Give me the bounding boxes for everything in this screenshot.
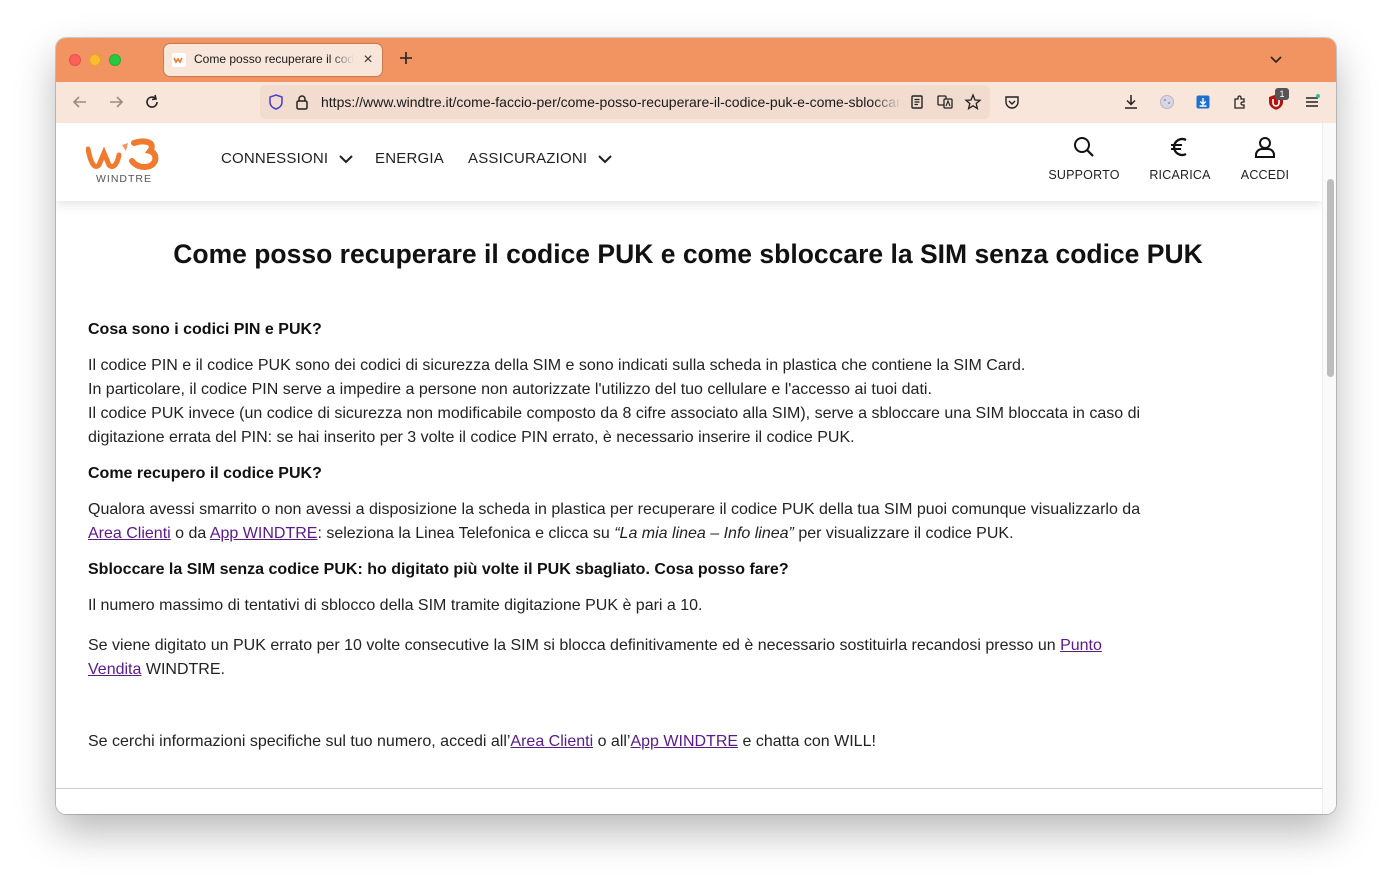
tab-bar: Come posso recuperare il codice PUK e co… <box>56 38 1336 82</box>
paragraph-line: Il codice PIN e il codice PUK sono dei c… <box>88 357 1026 374</box>
paragraph-line: Il codice PUK invece (un codice di sicur… <box>88 405 1141 422</box>
paragraph-line: Il numero massimo di tentativi di sblocc… <box>88 597 703 614</box>
nav-connessioni[interactable]: CONNESSIONI <box>221 150 353 170</box>
search-icon <box>1074 137 1094 157</box>
app-windtre-link[interactable]: App WINDTRE <box>210 525 318 542</box>
paragraph-line: Qualora avessi smarrito o non avessi a d… <box>88 501 1141 518</box>
tab-title: Come posso recuperare il codice PUK e co… <box>194 52 354 66</box>
text-span: Se viene digitato un PUK errato per 10 v… <box>88 637 1061 654</box>
euro-icon <box>1171 137 1187 157</box>
info-linea-text: “La mia linea – Info linea” <box>614 525 794 542</box>
text-span: : seleziona la Linea Telefonica e clicca… <box>317 525 615 542</box>
page-title: Come posso recuperare il codice PUK e co… <box>173 239 1203 269</box>
scrollbar-thumb[interactable] <box>1327 179 1334 377</box>
url-text[interactable]: https://www.windtre.it/come-faccio-per/c… <box>321 94 901 112</box>
paragraph-line: digitazione errata del PIN: se hai inser… <box>88 429 855 446</box>
paragraph-line: Vendita WINDTRE. <box>88 658 225 682</box>
text-span: Se cerchi informazioni specifiche sul tu… <box>88 733 511 750</box>
app-windtre-link[interactable]: App WINDTRE <box>630 733 738 750</box>
extension-download-blue-icon[interactable] <box>1194 93 1212 111</box>
reload-icon[interactable] <box>143 93 161 111</box>
punto-vendita-link[interactable]: Punto <box>1060 637 1102 654</box>
accedi-button[interactable]: ACCEDI <box>1236 135 1294 185</box>
new-tab-icon[interactable] <box>398 50 414 66</box>
reader-view-icon[interactable] <box>908 93 926 111</box>
text-span: per visualizzare il codice PUK. <box>793 525 1014 542</box>
ricarica-button[interactable]: RICARICA <box>1144 135 1216 185</box>
nav-assicurazioni-label: ASSICURAZIONI <box>468 150 588 167</box>
heading-sblocco-sim: Sbloccare la SIM senza codice PUK: ho di… <box>88 561 789 578</box>
web-page: WINDTRE CONNESSIONI ENERGIA ASSICURAZION… <box>56 123 1322 814</box>
zoom-window-button[interactable] <box>109 54 121 66</box>
paragraph-line: Area Clienti o da App WINDTRE: seleziona… <box>88 522 1014 546</box>
extensions-puzzle-icon[interactable] <box>1231 93 1249 111</box>
heading-pin-puk: Cosa sono i codici PIN e PUK? <box>88 321 322 338</box>
extension-cookie-icon[interactable] <box>1158 93 1176 111</box>
translate-icon[interactable] <box>936 93 954 111</box>
minimize-window-button[interactable] <box>89 54 101 66</box>
pocket-icon[interactable] <box>1003 93 1021 111</box>
text-span: WINDTRE. <box>141 661 225 678</box>
footer-divider <box>56 788 1322 789</box>
browser-window: Come posso recuperare il codice PUK e co… <box>56 38 1336 814</box>
app-menu-hamburger-icon[interactable] <box>1303 93 1321 111</box>
user-icon <box>1255 137 1275 158</box>
chevron-down-icon <box>338 155 353 164</box>
downloads-icon[interactable] <box>1122 93 1140 111</box>
lock-icon[interactable] <box>293 93 311 111</box>
text-span: e chatta con WILL! <box>738 733 876 750</box>
supporto-label: SUPPORTO <box>1048 168 1120 182</box>
heading-recupero-puk: Come recupero il codice PUK? <box>88 465 322 482</box>
text-span: o all’ <box>593 733 631 750</box>
tracking-protection-shield-icon[interactable] <box>267 93 285 111</box>
page-scrollbar[interactable] <box>1322 123 1336 814</box>
back-arrow-icon[interactable] <box>71 93 89 111</box>
nav-connessioni-label: CONNESSIONI <box>221 150 329 167</box>
close-tab-icon[interactable]: × <box>360 52 376 68</box>
navigation-toolbar: https://www.windtre.it/come-faccio-per/c… <box>56 82 1336 124</box>
tab-list-chevron-icon[interactable] <box>1268 52 1284 68</box>
paragraph-line: Se viene digitato un PUK errato per 10 v… <box>88 634 1102 658</box>
close-window-button[interactable] <box>69 54 81 66</box>
site-header: WINDTRE CONNESSIONI ENERGIA ASSICURAZION… <box>56 123 1322 201</box>
area-clienti-link[interactable]: Area Clienti <box>510 733 593 750</box>
bookmark-star-icon[interactable] <box>964 93 982 111</box>
windtre-favicon-icon <box>172 53 186 67</box>
active-tab[interactable]: Come posso recuperare il codice PUK e co… <box>164 44 382 76</box>
punto-vendita-link[interactable]: Vendita <box>88 661 141 678</box>
logo-text: WINDTRE <box>96 173 152 185</box>
address-bar[interactable]: https://www.windtre.it/come-faccio-per/c… <box>260 85 990 119</box>
ricarica-label: RICARICA <box>1149 168 1211 182</box>
nav-assicurazioni[interactable]: ASSICURAZIONI <box>468 150 612 170</box>
chevron-down-icon <box>597 155 612 164</box>
nav-energia-label: ENERGIA <box>375 150 444 167</box>
accedi-label: ACCEDI <box>1240 168 1290 182</box>
forward-arrow-icon[interactable] <box>107 93 125 111</box>
text-span: o da <box>170 525 210 542</box>
supporto-button[interactable]: SUPPORTO <box>1044 135 1124 185</box>
nav-energia[interactable]: ENERGIA <box>375 150 444 170</box>
extension-count-badge: 1 <box>1275 88 1289 100</box>
paragraph-line: Se cerchi informazioni specifiche sul tu… <box>88 730 876 754</box>
area-clienti-link[interactable]: Area Clienti <box>88 525 171 542</box>
paragraph-line: In particolare, il codice PIN serve a im… <box>88 381 932 398</box>
